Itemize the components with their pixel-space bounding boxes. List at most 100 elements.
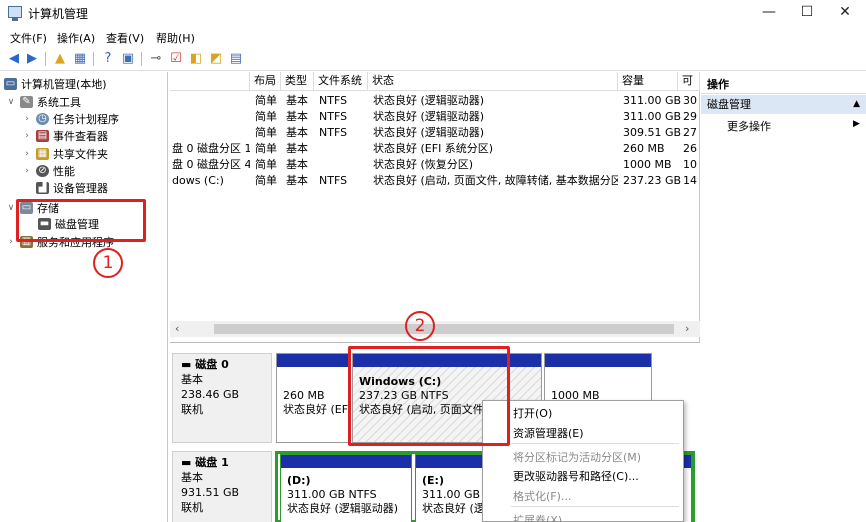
cell-type: 基本 — [286, 94, 308, 107]
scroll-left-arrow-icon[interactable]: ‹ — [175, 322, 179, 335]
console-icon[interactable]: ▣ — [120, 51, 136, 67]
column-header-layout[interactable]: 布局 — [250, 72, 281, 91]
cell-layout: 简单 — [255, 142, 277, 155]
disk-type: 基本 — [181, 471, 203, 484]
chevron-right-icon[interactable]: › — [22, 166, 32, 176]
cell-free: 29 — [683, 110, 697, 123]
tree-item-label: 计算机管理(本地) — [21, 77, 107, 91]
column-header-status[interactable]: 状态 — [368, 72, 618, 91]
cell-status: 状态良好 (逻辑驱动器) — [373, 110, 485, 123]
chevron-right-icon[interactable]: › — [22, 114, 32, 124]
cell-type: 基本 — [286, 126, 308, 139]
cell-capacity: 260 MB — [623, 142, 665, 155]
disk-size: 238.46 GB — [181, 388, 240, 401]
tree-item-device-manager[interactable]: ▟ 设备管理器 — [36, 179, 108, 196]
cell-layout: 简单 — [255, 174, 277, 187]
up-folder-icon[interactable]: ▲ — [52, 51, 68, 67]
properties-icon[interactable]: ☑ — [168, 51, 184, 67]
column-header-volume[interactable] — [170, 72, 250, 91]
partition-size: 311.00 GB NTFS — [287, 488, 377, 501]
column-header-free[interactable]: 可 — [678, 72, 700, 91]
partition-status: 状态良好 (EFI — [283, 403, 350, 416]
list-view-icon[interactable]: ▤ — [228, 51, 244, 67]
menu-item-explorer[interactable]: 资源管理器(E) — [513, 425, 584, 441]
horizontal-scrollbar[interactable]: ‹ › — [170, 321, 700, 337]
chevron-right-icon[interactable]: › — [22, 131, 32, 141]
connect-icon[interactable]: ⊸ — [148, 51, 164, 67]
annotation-step-2: 2 — [405, 311, 435, 341]
export-icon[interactable]: ◩ — [208, 51, 224, 67]
cell-free: 30 — [683, 94, 697, 107]
more-actions-item[interactable]: 更多操作 — [727, 118, 771, 134]
menu-item-open[interactable]: 打开(O) — [513, 405, 552, 421]
partition-bar — [281, 455, 411, 468]
menu-view[interactable]: 查看(V) — [106, 30, 144, 46]
cell-free: 27 — [683, 126, 697, 139]
tree-item-system-tools[interactable]: ∨ ✎ 系统工具 — [6, 93, 81, 110]
disk-1-label[interactable]: ▬ 磁盘 1 基本 931.51 GB 联机 — [172, 451, 272, 522]
show-hide-tree-icon[interactable]: ▦ — [72, 51, 88, 67]
forward-arrow-icon[interactable]: ▶ — [24, 51, 40, 67]
cell-volume — [172, 125, 250, 141]
cell-type: 基本 — [286, 158, 308, 171]
actions-disk-management[interactable]: 磁盘管理 ▲ — [701, 95, 866, 114]
column-header-filesystem[interactable]: 文件系统 — [314, 72, 368, 91]
cell-status: 状态良好 (恢复分区) — [373, 158, 474, 171]
help-icon[interactable]: ? — [100, 51, 116, 67]
tree-item-performance[interactable]: › ⊘ 性能 — [22, 162, 75, 179]
menu-item-change-drive-letter[interactable]: 更改驱动器号和路径(C)... — [513, 468, 639, 484]
cell-layout: 简单 — [255, 94, 277, 107]
collapse-up-icon[interactable]: ▲ — [853, 95, 860, 114]
computer-icon: ▭ — [4, 77, 17, 90]
partition-efi[interactable]: 260 MB 状态良好 (EFI — [276, 353, 350, 443]
cell-capacity: 311.00 GB — [623, 110, 682, 123]
menu-bar: 文件(F) 操作(A) 查看(V) 帮助(H) — [0, 27, 866, 47]
chevron-right-icon[interactable]: › — [22, 149, 32, 159]
annotation-box-2 — [348, 346, 510, 446]
tree-item-shared-folders[interactable]: › ▦ 共享文件夹 — [22, 145, 108, 162]
column-header-capacity[interactable]: 容量 — [618, 72, 678, 91]
new-window-icon[interactable]: ◧ — [188, 51, 204, 67]
menu-separator — [511, 506, 679, 507]
chevron-down-icon[interactable]: ∨ — [6, 203, 16, 213]
cell-status: 状态良好 (启动, 页面文件, 故障转储, 基本数据分区) — [373, 174, 618, 187]
cell-free: 10 — [683, 158, 697, 171]
disk-size: 931.51 GB — [181, 486, 240, 499]
actions-section-label: 磁盘管理 — [707, 98, 751, 111]
cell-type: 基本 — [286, 110, 308, 123]
cell-layout: 简单 — [255, 110, 277, 123]
menu-help[interactable]: 帮助(H) — [156, 30, 195, 46]
disk-icon: ▬ — [181, 358, 196, 371]
disk-icon: ▬ — [181, 456, 196, 469]
back-arrow-icon[interactable]: ◀ — [6, 51, 22, 67]
scrollbar-thumb[interactable] — [214, 324, 674, 334]
partition-d[interactable]: (D:) 311.00 GB NTFS 状态良好 (逻辑驱动器) — [280, 454, 412, 522]
disk-name-text: 磁盘 1 — [195, 456, 229, 469]
cell-status: 状态良好 (逻辑驱动器) — [373, 94, 485, 107]
tree-item-event-viewer[interactable]: › ▤ 事件查看器 — [22, 127, 108, 144]
cell-capacity: 1000 MB — [623, 158, 672, 171]
menu-separator — [511, 443, 679, 444]
cell-type: 基本 — [286, 174, 308, 187]
toolbar-separator — [45, 52, 46, 66]
scroll-right-arrow-icon[interactable]: › — [685, 322, 689, 335]
submenu-arrow-icon[interactable]: ▶ — [853, 119, 860, 129]
chevron-down-icon[interactable]: ∨ — [6, 97, 16, 107]
chevron-right-icon[interactable]: › — [6, 237, 16, 247]
tree-item-label: 事件查看器 — [53, 129, 108, 143]
disk-name: ▬ 磁盘 1 — [181, 455, 271, 470]
tree-item-root[interactable]: ▭ 计算机管理(本地) — [4, 75, 107, 92]
close-button[interactable]: ✕ — [822, 0, 866, 26]
disk-status: 联机 — [181, 501, 203, 514]
cell-volume — [172, 93, 250, 109]
computer-management-icon — [8, 6, 22, 21]
column-header-type[interactable]: 类型 — [281, 72, 314, 91]
menu-file[interactable]: 文件(F) — [10, 30, 47, 46]
disk-name: ▬ 磁盘 0 — [181, 357, 271, 372]
shared-folder-icon: ▦ — [36, 147, 49, 160]
tree-item-task-scheduler[interactable]: › ◷ 任务计划程序 — [22, 110, 119, 127]
disk-0-label[interactable]: ▬ 磁盘 0 基本 238.46 GB 联机 — [172, 353, 272, 443]
navigation-tree: ▭ 计算机管理(本地) ∨ ✎ 系统工具 › ◷ 任务计划程序 › ▤ 事件查看… — [0, 72, 168, 522]
menu-item-mark-active: 将分区标记为活动分区(M) — [513, 451, 642, 464]
menu-action[interactable]: 操作(A) — [57, 30, 95, 46]
